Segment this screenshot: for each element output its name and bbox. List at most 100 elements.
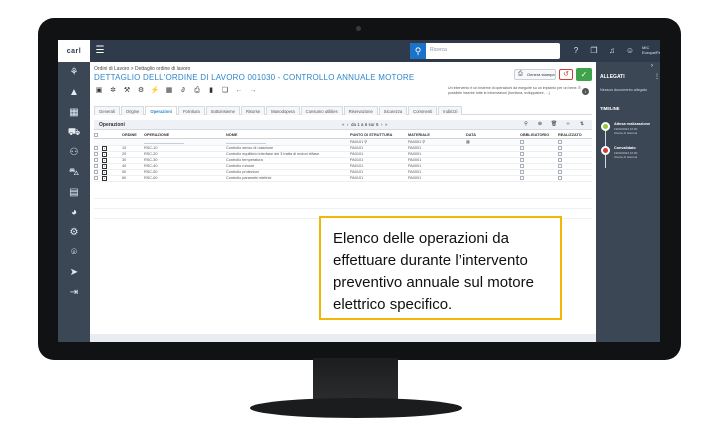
hierarchy-icon[interactable]: ⚇: [66, 146, 82, 160]
breadcrumb[interactable]: Ordini di Lavoro > Dettaglio ordine di l…: [94, 66, 190, 72]
attach-icon[interactable]: ∂: [178, 86, 188, 96]
tab-generali[interactable]: Generali: [94, 106, 120, 115]
network-icon[interactable]: ⚘: [66, 66, 82, 80]
info-icon[interactable]: i: [582, 88, 589, 95]
signal-icon[interactable]: ⚡: [150, 86, 160, 96]
help-icon[interactable]: ?: [570, 45, 582, 57]
expand-row-icon[interactable]: +: [102, 163, 107, 168]
search-icon[interactable]: ⚲: [422, 140, 425, 144]
collapse-icon[interactable]: ‹›: [564, 121, 572, 127]
tab-origine[interactable]: Origine: [120, 106, 145, 115]
tab-sicurezza[interactable]: Sicurezza: [378, 106, 408, 115]
row-checkbox[interactable]: [94, 158, 98, 162]
expand-row-icon[interactable]: +: [102, 145, 107, 150]
settings-icon[interactable]: ✲: [108, 86, 118, 96]
checkbox[interactable]: [520, 170, 524, 174]
filter-punto[interactable]: PA0101 ⚲: [350, 138, 408, 146]
sort-icon[interactable]: ⇅: [578, 121, 586, 127]
bell-icon[interactable]: ♫: [606, 45, 618, 57]
checkbox[interactable]: [558, 152, 562, 156]
filter-obbligatorio[interactable]: [520, 138, 558, 146]
cart-icon[interactable]: ⛟: [66, 126, 82, 140]
expand-row-icon[interactable]: +: [102, 169, 107, 174]
delete-icon[interactable]: 🗑: [550, 121, 558, 127]
pie-chart-icon[interactable]: ◕: [66, 206, 82, 220]
filter-input[interactable]: [226, 139, 266, 144]
row-checkbox[interactable]: [94, 146, 98, 150]
tab-operazioni[interactable]: Operazioni: [145, 106, 177, 115]
row-checkbox[interactable]: [94, 176, 98, 180]
checkbox[interactable]: [520, 139, 524, 144]
tab-indirizzi[interactable]: Indirizzi: [438, 106, 463, 115]
building-icon[interactable]: ▦: [66, 106, 82, 120]
app-logo[interactable]: carl: [58, 40, 90, 62]
pager[interactable]: « ‹ da 1 a 6 sur 6 › »: [342, 122, 388, 127]
exit-icon[interactable]: ⇥: [66, 286, 82, 300]
cancel-button[interactable]: ↺: [559, 69, 573, 80]
print-icon[interactable]: ⎙: [192, 86, 202, 96]
user-icon[interactable]: ☺: [624, 45, 636, 57]
checkbox[interactable]: [558, 158, 562, 162]
copy-icon[interactable]: ❏: [220, 86, 230, 96]
tab-commenti[interactable]: Commenti: [408, 106, 438, 115]
filter-materiale[interactable]: PA0001 ⚲: [408, 138, 466, 146]
send-icon[interactable]: ➤: [66, 266, 82, 280]
checkbox[interactable]: [558, 164, 562, 168]
row-select-cell[interactable]: [94, 175, 102, 182]
expand-row-icon[interactable]: +: [102, 175, 107, 180]
cell-obbligatorio[interactable]: [520, 175, 558, 182]
tools-icon[interactable]: ⚒: [122, 86, 132, 96]
row-icon-cell[interactable]: +: [102, 175, 122, 182]
tab-consumo-utilities[interactable]: Consumo utilities: [300, 106, 343, 115]
filter-operazione[interactable]: [144, 138, 226, 146]
checkbox[interactable]: [558, 139, 562, 144]
calendar-icon[interactable]: ▦: [466, 140, 470, 144]
filter-materiale-value[interactable]: PA0001: [408, 140, 421, 144]
row-checkbox[interactable]: [94, 152, 98, 156]
search-icon[interactable]: ⚲: [364, 140, 367, 144]
filter-input[interactable]: [144, 139, 184, 144]
checkbox[interactable]: [520, 164, 524, 168]
tab-manodopera[interactable]: Manodopera: [266, 106, 300, 115]
windows-icon[interactable]: ❐: [588, 45, 600, 57]
search-input[interactable]: ⚲ Ricerca: [410, 43, 560, 59]
print-button[interactable]: ⎙ Genera stampa: [514, 69, 556, 80]
kebab-menu-icon[interactable]: ⋮: [654, 73, 660, 80]
checkbox[interactable]: [558, 176, 562, 180]
row-checkbox[interactable]: [94, 170, 98, 174]
truck-icon[interactable]: ⛍: [66, 166, 82, 180]
checkbox[interactable]: [520, 152, 524, 156]
checkbox[interactable]: [520, 176, 524, 180]
add-icon[interactable]: ⊕: [536, 121, 544, 127]
search-icon[interactable]: ⚲: [410, 43, 426, 59]
filter-realizzato[interactable]: [558, 138, 592, 146]
checkbox[interactable]: [558, 170, 562, 174]
filter-icon[interactable]: ⚲: [522, 121, 530, 127]
checkbox[interactable]: [558, 146, 562, 150]
select-all-checkbox[interactable]: [94, 132, 98, 137]
save-icon[interactable]: ▣: [94, 86, 104, 96]
expand-row-icon[interactable]: +: [102, 157, 107, 162]
table-row[interactable]: +60 RSC-60 Controllo parametri elettrici PA…: [94, 175, 592, 182]
antenna-icon[interactable]: ⌾: [66, 246, 82, 260]
cell-realizzato[interactable]: [558, 175, 592, 182]
user-label[interactable]: MIC Europa/Paris: [642, 45, 660, 55]
tab-fornitura[interactable]: Fornitura: [177, 106, 205, 115]
chevron-right-icon[interactable]: ›: [651, 63, 653, 69]
arrow-left-icon[interactable]: ←: [234, 86, 244, 96]
arrow-right-icon[interactable]: →: [248, 86, 258, 96]
confirm-button[interactable]: ✓: [576, 68, 592, 81]
tab-risorse[interactable]: Risorse: [240, 106, 266, 115]
tab-sottoinsieme[interactable]: Sottoinsieme: [205, 106, 240, 115]
table-icon[interactable]: ▦: [164, 86, 174, 96]
menu-icon[interactable]: ☰: [94, 45, 106, 57]
chart-icon[interactable]: ▮: [206, 86, 216, 96]
gears-icon[interactable]: ⚙: [66, 226, 82, 240]
expand-row-icon[interactable]: +: [102, 151, 107, 156]
tab-riservazione[interactable]: Riservazione: [343, 106, 378, 115]
checkbox[interactable]: [520, 158, 524, 162]
row-checkbox[interactable]: [94, 164, 98, 168]
gear-icon[interactable]: ⚙: [136, 86, 146, 96]
checkbox[interactable]: [520, 146, 524, 150]
filter-data[interactable]: ▦: [466, 138, 520, 146]
